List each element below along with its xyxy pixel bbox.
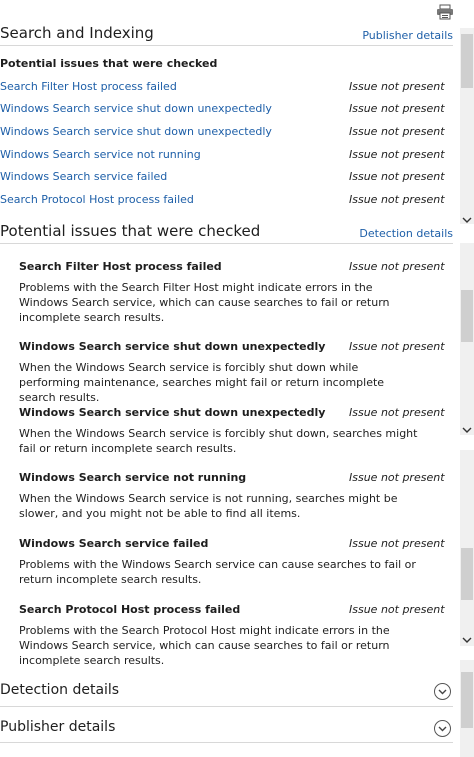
issue-link[interactable]: Search Filter Host process failed: [0, 80, 177, 93]
issue-status: Issue not present: [349, 125, 445, 138]
issue-status: Issue not present: [349, 170, 445, 183]
issue-link[interactable]: Windows Search service not running: [0, 148, 201, 161]
detail-title: Search Protocol Host process failed: [19, 603, 241, 616]
scroll-thumb[interactable]: [461, 548, 473, 600]
detail-description: When the Windows Search service is forci…: [19, 427, 418, 455]
issue-status: Issue not present: [349, 603, 445, 616]
divider: [0, 706, 453, 707]
chevron-down-icon[interactable]: [461, 420, 473, 433]
detail-title: Search Filter Host process failed: [19, 260, 222, 273]
issue-status: Issue not present: [349, 537, 445, 550]
issue-link[interactable]: Windows Search service shut down unexpec…: [0, 102, 272, 115]
issue-status: Issue not present: [349, 102, 445, 115]
issue-status: Issue not present: [349, 340, 445, 353]
issue-status: Issue not present: [349, 80, 445, 93]
detail-title: Windows Search service failed: [19, 537, 209, 550]
detail-description: When the Windows Search service is forci…: [19, 361, 385, 404]
divider: [0, 243, 453, 244]
issue-link[interactable]: Windows Search service shut down unexpec…: [0, 125, 272, 138]
issue-status: Issue not present: [349, 471, 445, 484]
issues-subheading: Potential issues that were checked: [0, 57, 218, 70]
chevron-down-icon[interactable]: [434, 720, 451, 737]
issue-link[interactable]: Windows Search service failed: [0, 170, 167, 183]
chevron-down-icon[interactable]: [461, 210, 473, 223]
detail-title: Windows Search service not running: [19, 471, 247, 484]
detail-title: Windows Search service shut down unexpec…: [19, 406, 326, 419]
print-icon[interactable]: [436, 4, 454, 20]
detail-description: When the Windows Search service is not r…: [19, 492, 398, 520]
scroll-thumb[interactable]: [461, 34, 473, 88]
chevron-down-icon[interactable]: [461, 630, 473, 643]
detection-details-link[interactable]: Detection details: [359, 227, 453, 240]
issue-status: Issue not present: [349, 148, 445, 161]
detail-title: Windows Search service shut down unexpec…: [19, 340, 326, 353]
issue-status: Issue not present: [349, 193, 445, 206]
issue-status: Issue not present: [349, 406, 445, 419]
detail-description: Problems with the Search Filter Host mig…: [19, 281, 390, 324]
divider: [0, 45, 453, 46]
publisher-details-link[interactable]: Publisher details: [362, 29, 453, 42]
chevron-down-icon[interactable]: [434, 683, 451, 700]
issue-status: Issue not present: [349, 260, 445, 273]
section-title-potential-issues: Potential issues that were checked: [0, 222, 261, 240]
detail-description: Problems with the Windows Search service…: [19, 558, 416, 586]
divider: [0, 742, 453, 743]
expander-title: Publisher details: [0, 719, 116, 735]
scroll-thumb[interactable]: [461, 290, 473, 342]
expander-title: Detection details: [0, 682, 120, 698]
detail-description: Problems with the Search Protocol Host m…: [19, 624, 390, 667]
scroll-thumb[interactable]: [461, 672, 473, 728]
issue-link[interactable]: Search Protocol Host process failed: [0, 193, 194, 206]
section-title-search-indexing: Search and Indexing: [0, 24, 154, 42]
